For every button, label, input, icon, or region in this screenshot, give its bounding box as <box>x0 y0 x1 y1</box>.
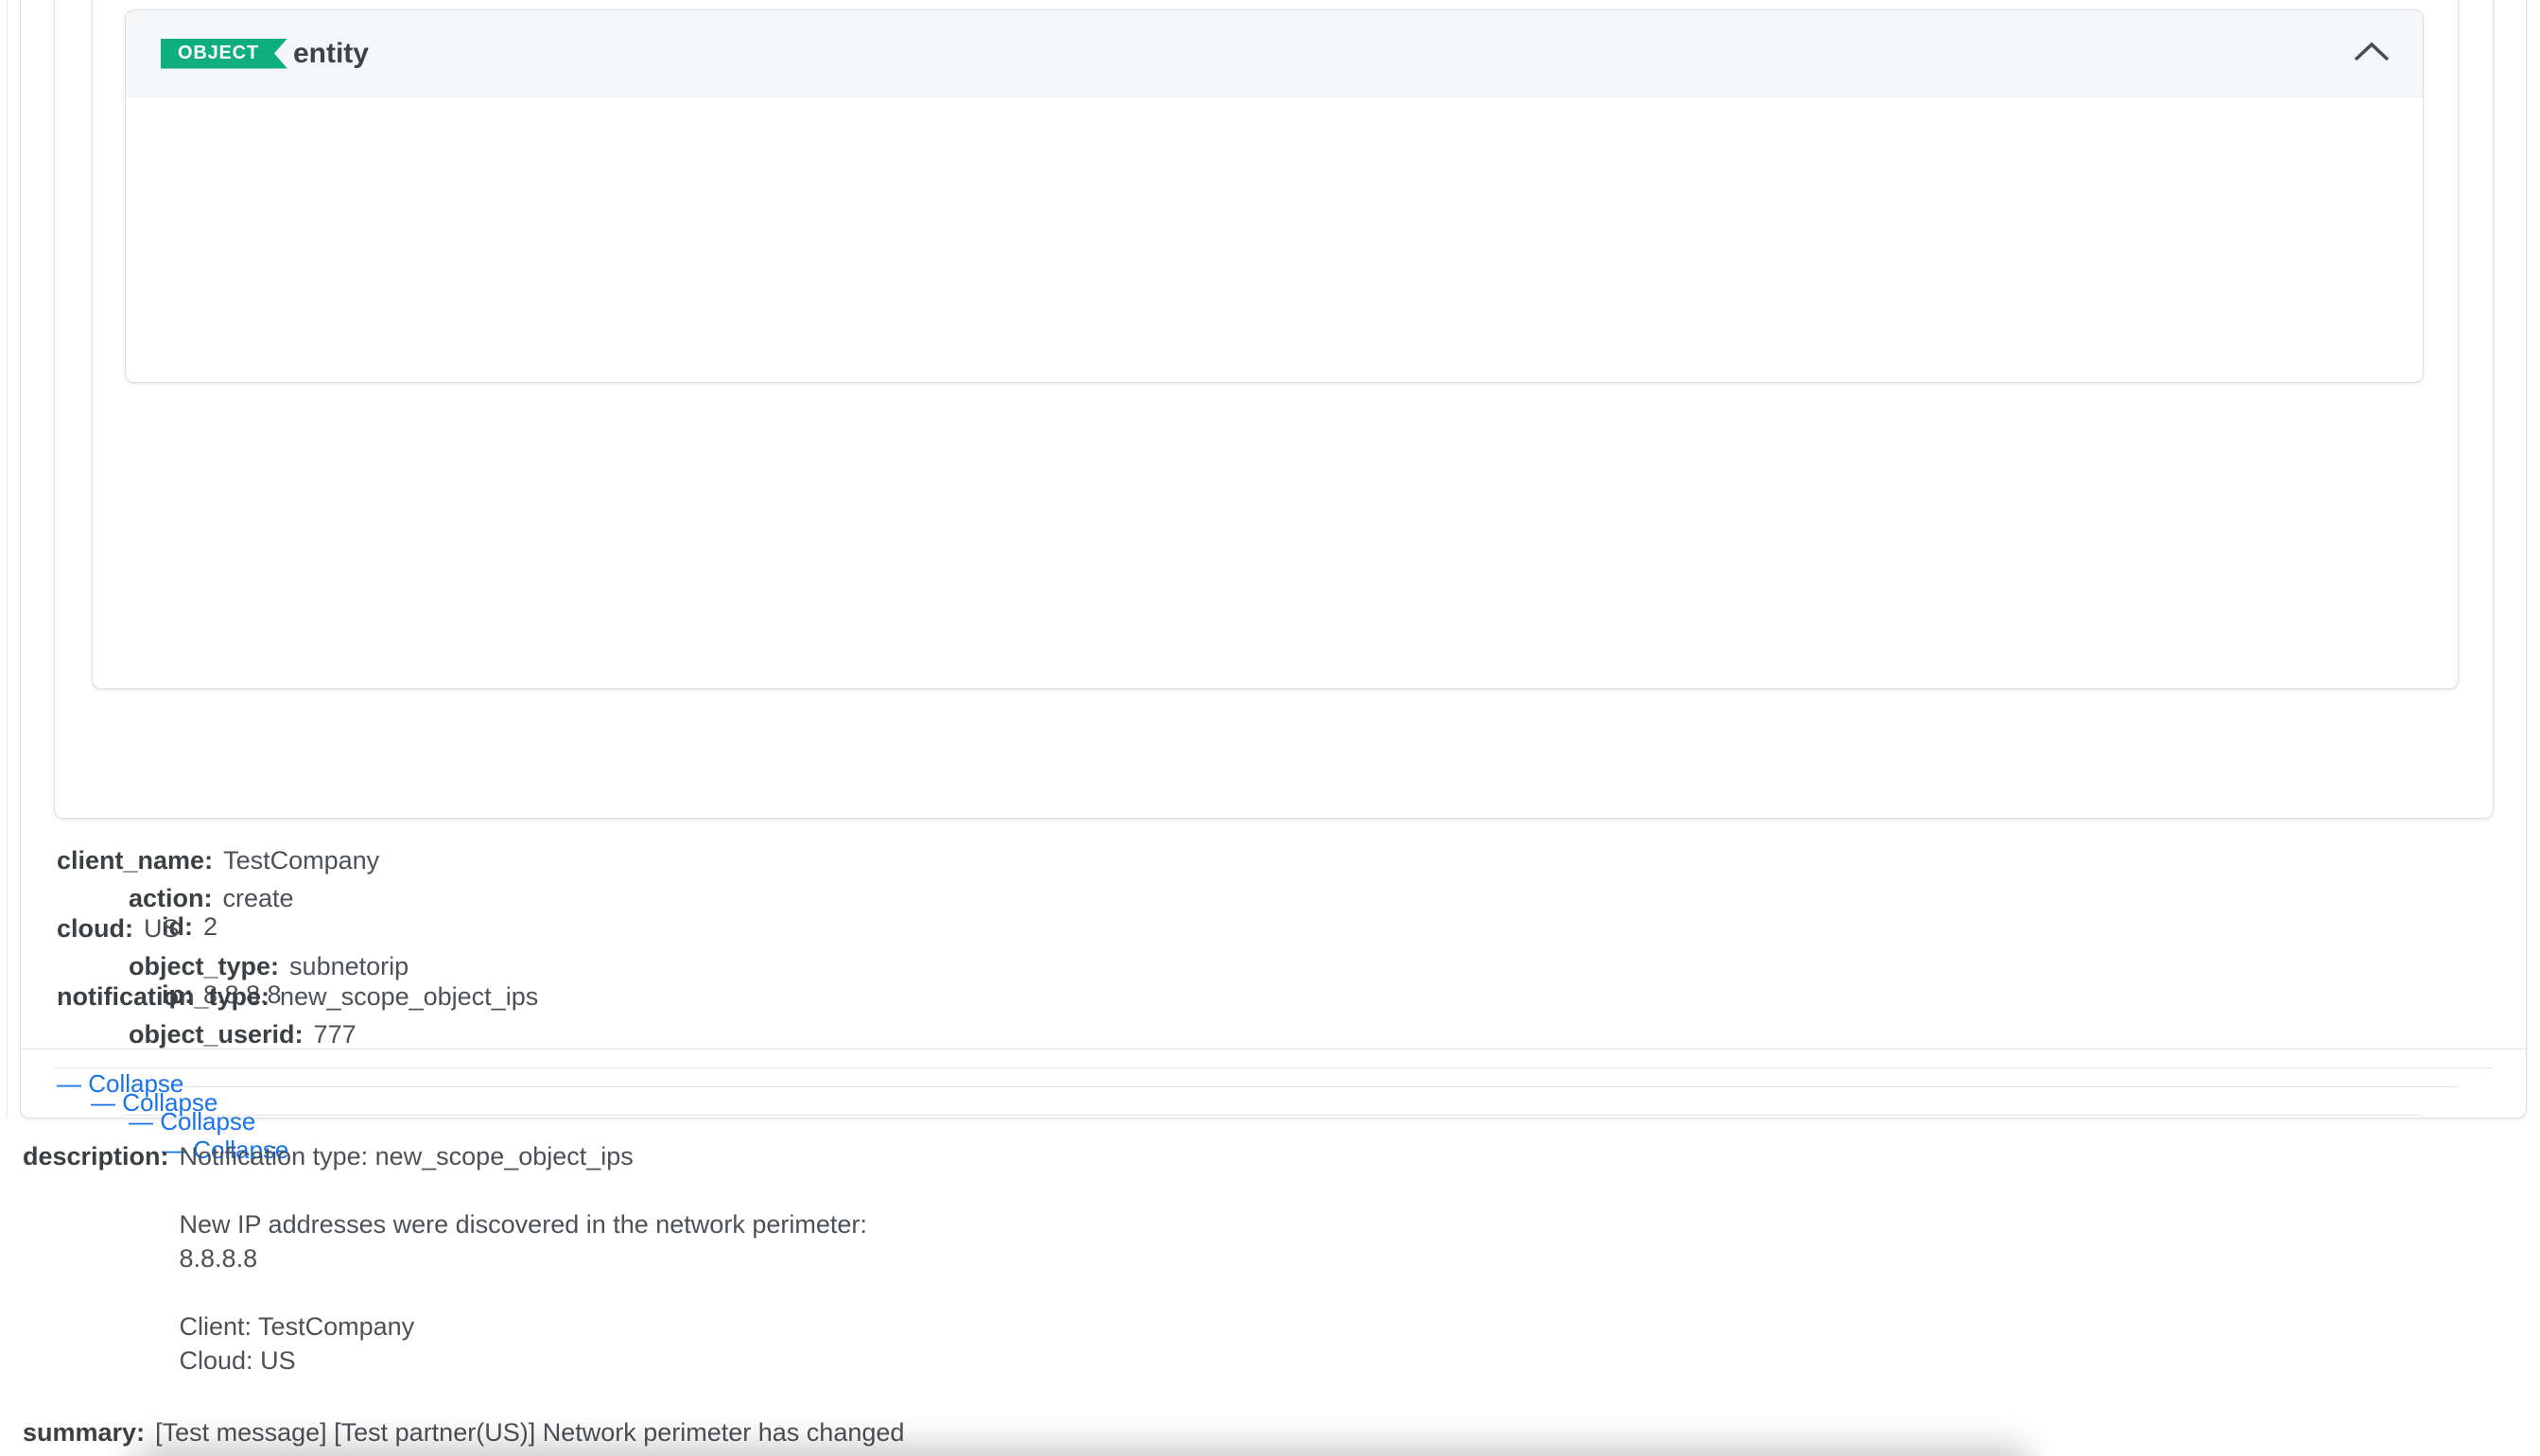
entity-card-title: entity <box>293 38 369 70</box>
field-label: summary: <box>23 1415 145 1449</box>
notification-collapse-row: — Collapse <box>57 1049 2490 1118</box>
field-value: Notification type: new_scope_object_ips … <box>180 1139 867 1378</box>
collapse-link[interactable]: — Collapse <box>57 1069 183 1099</box>
field-value: [Test message] [Test partner(US)] Networ… <box>155 1415 904 1449</box>
field-label: notification_type: <box>57 982 270 1012</box>
field-row-summary: summary: [Test message] [Test partner(US… <box>23 1415 2483 1449</box>
field-value: new_scope_object_ips <box>280 982 538 1012</box>
outer-panel-left-border <box>7 0 8 1118</box>
field-row-cloud: cloud: US <box>57 894 2490 962</box>
chevron-up-icon <box>2351 40 2392 67</box>
field-label: client_name: <box>57 846 213 875</box>
object-card: OBJECT entity id: 2 <box>92 0 2459 689</box>
entity-card-header: OBJECT entity <box>126 10 2423 97</box>
field-value: US <box>144 914 180 944</box>
field-label: description: <box>23 1139 169 1173</box>
notification-detail-view: OBJECT entity id: 2 <box>0 0 2540 1456</box>
collapse-entity-button[interactable] <box>2341 24 2402 84</box>
field-label: cloud: <box>57 914 133 944</box>
notification-card: OBJECT entity id: 2 <box>20 0 2527 1118</box>
field-value: TestCompany <box>223 846 379 875</box>
object-type-badge: OBJECT <box>161 39 287 69</box>
entity-card: OBJECT entity id: 2 <box>125 9 2424 383</box>
data-wrapper-card: OBJECT entity id: 2 <box>54 0 2494 819</box>
field-row-client-name: client_name: TestCompany <box>57 826 2490 894</box>
field-row-notification-type: notification_type: new_scope_object_ips <box>57 962 2490 1031</box>
field-row-description: description: Notification type: new_scop… <box>23 1139 2483 1378</box>
